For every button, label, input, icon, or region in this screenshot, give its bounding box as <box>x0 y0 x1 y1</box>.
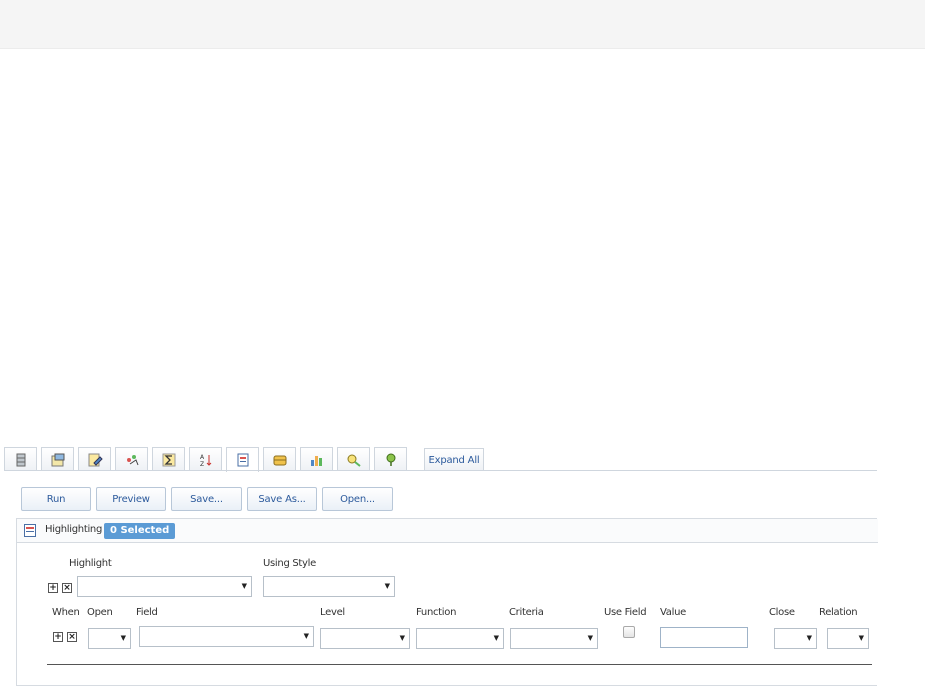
function-select[interactable] <box>416 628 504 649</box>
open-button[interactable]: Open... <box>322 487 393 511</box>
svg-text:Z: Z <box>200 461 204 468</box>
chart-icon <box>310 455 322 466</box>
data-source-icon <box>16 453 25 466</box>
remove-condition-icon[interactable]: × <box>67 632 77 642</box>
save-button[interactable]: Save... <box>171 487 242 511</box>
col-criteria: Criteria <box>509 607 544 618</box>
highlight-label: Highlight <box>69 558 112 569</box>
edit-icon <box>88 453 103 466</box>
selected-count-badge: 0 Selected <box>104 523 176 539</box>
close-paren-select[interactable] <box>774 628 817 649</box>
criteria-select[interactable] <box>510 628 598 649</box>
sort-icon: AZ <box>200 454 211 468</box>
tab-map[interactable] <box>374 447 407 471</box>
top-header-bar <box>0 0 925 49</box>
panel-title: Highlighting <box>45 524 103 535</box>
tab-calculated-field[interactable] <box>115 447 148 471</box>
tab-edit[interactable] <box>78 447 111 471</box>
add-condition-icon[interactable]: + <box>53 632 63 642</box>
svg-text:A: A <box>200 454 205 461</box>
col-level: Level <box>320 607 345 618</box>
condition-divider <box>47 664 872 665</box>
tab-chart[interactable] <box>300 447 333 471</box>
tab-properties[interactable] <box>41 447 74 471</box>
save-as-button[interactable]: Save As... <box>247 487 317 511</box>
highlighting-panel-header[interactable]: Highlighting 0 Selected <box>17 519 878 543</box>
calculated-field-icon <box>126 454 138 465</box>
col-close: Close <box>769 607 795 618</box>
map-icon <box>386 453 395 466</box>
highlight-select[interactable] <box>77 576 252 597</box>
level-select[interactable] <box>320 628 410 649</box>
use-field-checkbox[interactable] <box>623 626 635 638</box>
col-relation: Relation <box>819 607 858 618</box>
using-style-label: Using Style <box>263 558 316 569</box>
highlighting-panel: Highlighting 0 Selected <box>16 518 878 686</box>
col-field: Field <box>136 607 158 618</box>
preview-button[interactable]: Preview <box>96 487 166 511</box>
pivot-icon <box>347 454 361 467</box>
summary-icon <box>162 453 175 466</box>
tab-summary[interactable] <box>152 447 185 471</box>
col-open: Open <box>87 607 113 618</box>
tab-grouping[interactable] <box>263 447 296 471</box>
expand-all-button[interactable]: Expand All <box>424 448 484 471</box>
col-when: When <box>52 607 80 618</box>
col-use-field: Use Field <box>604 607 647 618</box>
using-style-select[interactable] <box>263 576 395 597</box>
value-input[interactable] <box>660 627 748 648</box>
tab-pivot[interactable] <box>337 447 370 471</box>
tab-divider <box>4 470 877 471</box>
properties-icon <box>51 453 64 466</box>
col-value: Value <box>660 607 686 618</box>
tab-data-source[interactable] <box>4 447 37 471</box>
tab-sort[interactable]: AZ <box>189 447 222 471</box>
remove-highlight-icon[interactable]: × <box>62 583 72 593</box>
col-function: Function <box>416 607 457 618</box>
highlighting-icon <box>237 453 248 467</box>
grouping-icon <box>273 455 286 465</box>
tab-highlighting[interactable] <box>226 447 259 472</box>
highlighting-icon <box>24 524 36 537</box>
relation-select[interactable] <box>827 628 869 649</box>
field-select[interactable] <box>139 626 314 647</box>
run-button[interactable]: Run <box>21 487 91 511</box>
add-highlight-icon[interactable]: + <box>48 583 58 593</box>
open-paren-select[interactable] <box>88 628 131 649</box>
